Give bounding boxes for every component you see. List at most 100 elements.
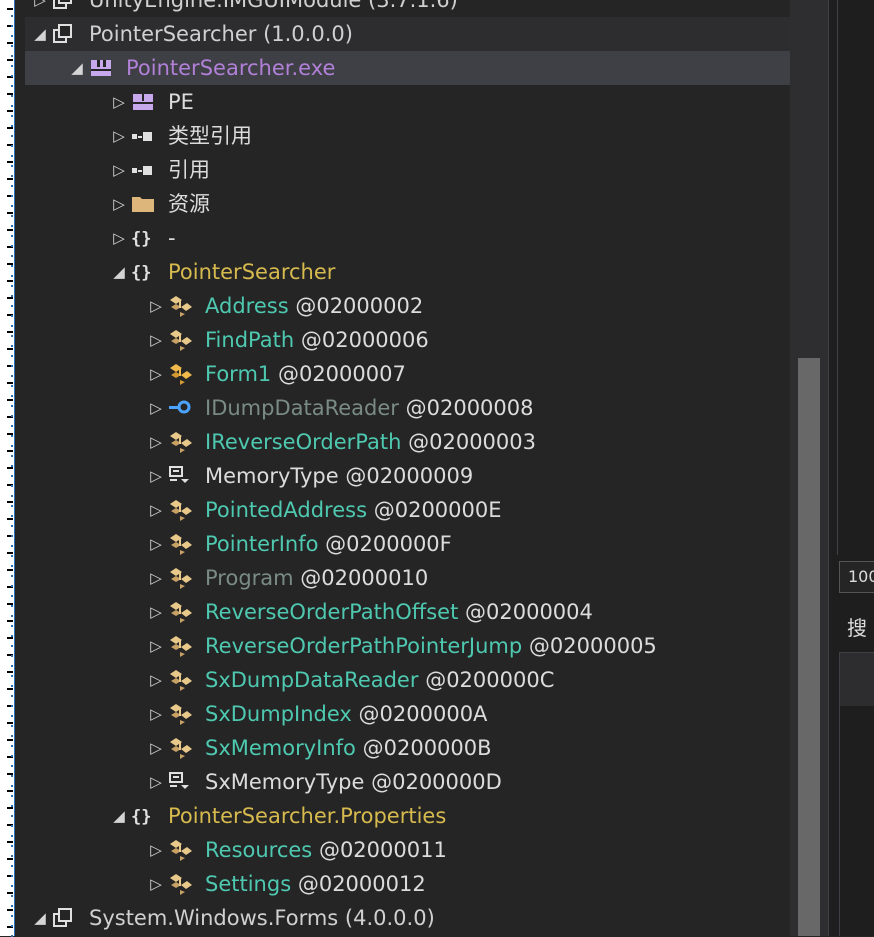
expand-arrow-icon[interactable]: ▷	[149, 493, 163, 527]
ruler-tick	[7, 841, 13, 843]
tree-node[interactable]: ◢ PointerSearcher.exe	[25, 51, 790, 85]
expand-arrow-icon[interactable]: ▷	[112, 153, 126, 187]
node-name: Settings	[205, 872, 292, 896]
search-label: 搜	[847, 616, 867, 640]
ruler-dot	[11, 185, 13, 187]
ruler-tick	[7, 637, 13, 639]
scrollbar-thumb[interactable]	[798, 358, 820, 936]
search-results-list[interactable]	[839, 706, 874, 936]
collapse-arrow-icon[interactable]: ◢	[112, 799, 126, 833]
tree-node[interactable]: ▷ SxMemoryInfo @0200000B	[25, 731, 790, 765]
expand-arrow-icon[interactable]: ▷	[149, 697, 163, 731]
expand-arrow-icon[interactable]: ▷	[149, 629, 163, 663]
ruler-dot	[11, 645, 13, 647]
ruler-dot	[11, 325, 13, 327]
ruler-dot	[11, 95, 13, 97]
ruler-dot	[11, 855, 13, 857]
tree-node[interactable]: ▷ UnityEngine.IMGUIModule (3.7.1.6)	[25, 0, 790, 17]
tree-node[interactable]: ▷ 资源	[25, 187, 790, 221]
tree-node[interactable]: ▷ Resources @02000011	[25, 833, 790, 867]
expand-arrow-icon[interactable]: ▷	[149, 595, 163, 629]
class-icon	[167, 328, 193, 352]
reference-icon	[130, 124, 156, 148]
node-name: SxDumpDataReader	[205, 668, 419, 692]
expand-arrow-icon[interactable]: ▷	[149, 527, 163, 561]
tree-node[interactable]: ▷ SxDumpDataReader @0200000C	[25, 663, 790, 697]
tree-node[interactable]: ▷ MemoryType @02000009	[25, 459, 790, 493]
ruler-dot	[11, 715, 13, 717]
ruler-dot	[11, 845, 13, 847]
expand-arrow-icon[interactable]: ▷	[112, 221, 126, 255]
expand-arrow-icon[interactable]: ▷	[149, 833, 163, 867]
expand-arrow-icon[interactable]: ▷	[149, 765, 163, 799]
reference-icon	[130, 158, 156, 182]
tree-node[interactable]: ▷ 引用	[25, 153, 790, 187]
node-name: SxMemoryInfo	[205, 736, 356, 760]
zoom-input[interactable]: 100	[839, 561, 874, 593]
expand-arrow-icon[interactable]: ▷	[149, 289, 163, 323]
class-icon	[167, 498, 193, 522]
expand-arrow-icon[interactable]: ▷	[149, 425, 163, 459]
tree-node[interactable]: ▷ PE	[25, 85, 790, 119]
tree-node[interactable]: ▷ SxMemoryType @0200000D	[25, 765, 790, 799]
metadata-token: @02000007	[277, 362, 406, 386]
tree-node[interactable]: ▷{} -	[25, 221, 790, 255]
expand-arrow-icon[interactable]: ▷	[149, 561, 163, 595]
tree-scrollbar[interactable]	[790, 0, 828, 936]
expand-arrow-icon[interactable]: ▷	[149, 323, 163, 357]
tree-node[interactable]: ▷ IDumpDataReader @02000008	[25, 391, 790, 425]
ruler-dot	[11, 415, 13, 417]
assembly-explorer-tree[interactable]: ▷ UnityEngine.IMGUIModule (3.7.1.6) ◢ Point…	[25, 0, 790, 936]
search-input[interactable]	[839, 652, 874, 708]
collapse-arrow-icon[interactable]: ◢	[33, 901, 47, 935]
ruler-tick	[7, 229, 13, 231]
ruler-dot	[11, 785, 13, 787]
tree-node[interactable]: ◢{} PointerSearcher	[25, 255, 790, 289]
ruler-dot	[11, 625, 13, 627]
ruler-dot	[11, 35, 13, 37]
ruler-tick	[7, 552, 13, 554]
tree-node[interactable]: ▷ 类型引用	[25, 119, 790, 153]
ruler-dot	[11, 895, 13, 897]
metadata-token: @02000012	[297, 872, 426, 896]
tree-node[interactable]: ▷ PointedAddress @0200000E	[25, 493, 790, 527]
expand-arrow-icon[interactable]: ▷	[149, 357, 163, 391]
tree-node[interactable]: ▷ ReverseOrderPathOffset @02000004	[25, 595, 790, 629]
tree-node-label: 类型引用	[168, 119, 252, 153]
tree-node[interactable]: ▷ PointerInfo @0200000F	[25, 527, 790, 561]
tree-node[interactable]: ◢{} PointerSearcher.Properties	[25, 799, 790, 833]
ruler-dot	[11, 885, 13, 887]
expand-arrow-icon[interactable]: ▷	[149, 391, 163, 425]
tree-node[interactable]: ◢ System.Windows.Forms (4.0.0.0)	[25, 901, 790, 935]
expand-arrow-icon[interactable]: ▷	[149, 459, 163, 493]
enum-icon	[167, 770, 193, 794]
tree-node[interactable]: ▷ Address @02000002	[25, 289, 790, 323]
tree-node[interactable]: ▷ ReverseOrderPathPointerJump @02000005	[25, 629, 790, 663]
metadata-token: @02000003	[408, 430, 536, 454]
expand-arrow-icon[interactable]: ▷	[149, 867, 163, 901]
tree-node[interactable]: ▷ SxDumpIndex @0200000A	[25, 697, 790, 731]
expand-arrow-icon[interactable]: ▷	[112, 119, 126, 153]
tree-node[interactable]: ▷ Settings @02000012	[25, 867, 790, 901]
tree-node[interactable]: ▷ Program @02000010	[25, 561, 790, 595]
ruler-dot	[11, 615, 13, 617]
expand-arrow-icon[interactable]: ▷	[149, 731, 163, 765]
expand-arrow-icon[interactable]: ▷	[112, 85, 126, 119]
node-name: PE	[168, 90, 194, 114]
expand-arrow-icon[interactable]: ▷	[33, 0, 47, 17]
tree-node[interactable]: ▷ Form1 @02000007	[25, 357, 790, 391]
tree-node[interactable]: ◢ PointerSearcher (1.0.0.0)	[25, 17, 790, 51]
collapse-arrow-icon[interactable]: ◢	[70, 51, 84, 85]
left-ruler	[0, 0, 15, 937]
ruler-dot	[11, 215, 13, 217]
ruler-dot	[11, 745, 13, 747]
collapse-arrow-icon[interactable]: ◢	[33, 17, 47, 51]
ruler-dot	[11, 555, 13, 557]
tree-node[interactable]: ▷ FindPath @02000006	[25, 323, 790, 357]
collapse-arrow-icon[interactable]: ◢	[112, 255, 126, 289]
tree-node[interactable]: ▷ IReverseOrderPath @02000003	[25, 425, 790, 459]
expand-arrow-icon[interactable]: ▷	[149, 663, 163, 697]
expand-arrow-icon[interactable]: ▷	[112, 187, 126, 221]
